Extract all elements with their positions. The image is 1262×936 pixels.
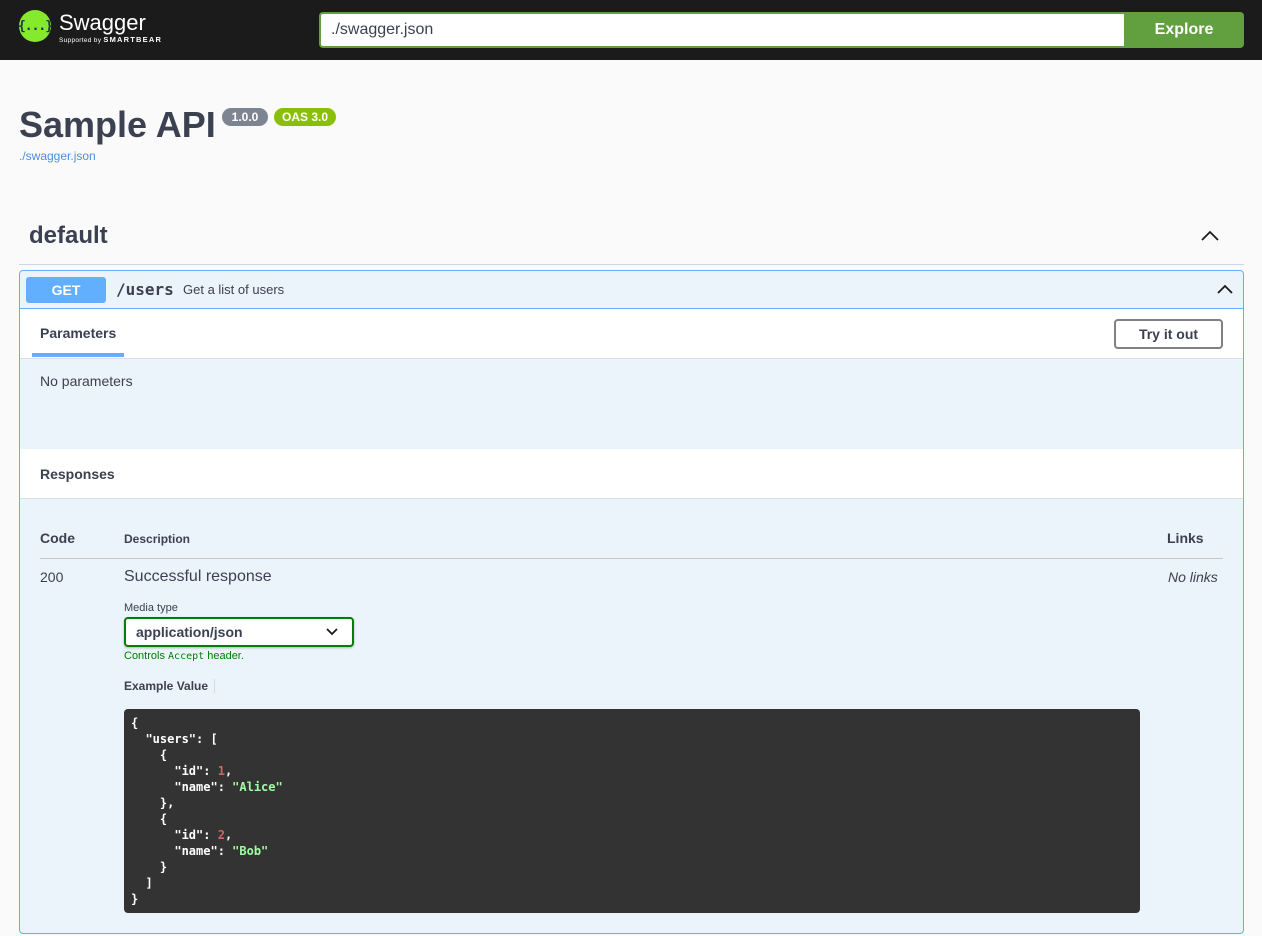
swagger-logo[interactable]: {...} Swagger Supported by SMARTBEAR: [18, 10, 162, 45]
media-type-value: application/json: [136, 624, 243, 640]
logo-sub-brand: SMARTBEAR: [103, 35, 163, 44]
operation-summary[interactable]: GET /users Get a list of users: [20, 271, 1243, 309]
swagger-logo-icon: {...}: [18, 10, 53, 42]
response-links: No links: [1168, 569, 1218, 585]
controls-note-prefix: Controls: [124, 650, 165, 662]
column-header-links: Links: [1167, 530, 1204, 546]
version-badge: 1.0.0: [222, 108, 268, 126]
tag-divider: [19, 264, 1244, 265]
column-header-code: Code: [40, 530, 75, 546]
media-type-label: Media type: [124, 602, 178, 614]
controls-accept-note: Controls Accept header.: [124, 650, 244, 662]
column-header-description: Description: [124, 532, 191, 546]
logo-name: Swagger: [59, 10, 146, 35]
response-code: 200: [40, 569, 64, 585]
operation-path: /users: [116, 280, 174, 299]
controls-note-suffix: header.: [207, 650, 244, 662]
responses-divider: [40, 558, 1223, 559]
logo-subtitle: Supported by SMARTBEAR: [59, 36, 162, 45]
chevron-up-icon[interactable]: [1216, 283, 1234, 295]
chevron-down-icon: [326, 628, 338, 636]
method-badge: GET: [26, 277, 106, 303]
tab-parameters[interactable]: Parameters: [32, 309, 124, 357]
responses-header: Responses: [20, 449, 1243, 499]
media-type-select[interactable]: application/json: [124, 617, 354, 647]
logo-sub-prefix: Supported by: [59, 37, 102, 44]
logo-text: Swagger Supported by SMARTBEAR: [59, 10, 162, 45]
responses-title: Responses: [40, 466, 115, 482]
controls-note-header: Accept: [168, 651, 205, 662]
explore-button[interactable]: Explore: [1124, 12, 1244, 48]
parameters-header: Parameters Try it out: [20, 309, 1243, 359]
example-value-code[interactable]: { "users": [ { "id": 1, "name": "Alice" …: [124, 709, 1140, 913]
tag-title[interactable]: default: [29, 222, 108, 250]
spec-link[interactable]: ./swagger.json: [19, 149, 96, 163]
top-bar: {...} Swagger Supported by SMARTBEAR Exp…: [0, 0, 1262, 60]
response-description: Successful response: [124, 568, 272, 585]
try-it-out-button[interactable]: Try it out: [1114, 319, 1223, 349]
spec-url-input[interactable]: [319, 12, 1125, 48]
operation-description: Get a list of users: [183, 282, 285, 297]
no-parameters-text: No parameters: [40, 373, 133, 389]
example-value-tab[interactable]: Example Value: [124, 679, 216, 693]
operation-get-users: GET /users Get a list of users Parameter…: [19, 270, 1244, 934]
chevron-up-icon[interactable]: [1200, 228, 1220, 242]
oas-badge: OAS 3.0: [274, 108, 336, 126]
api-title: Sample API: [19, 104, 216, 145]
